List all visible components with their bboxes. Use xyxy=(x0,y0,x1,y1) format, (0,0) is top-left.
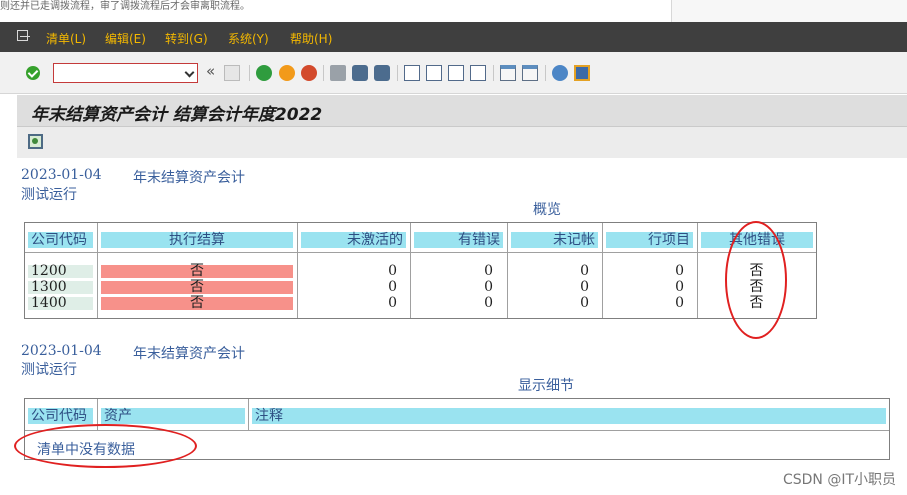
page-title-bar: 年末结算资产会计 结算会计年度2022 xyxy=(17,95,907,127)
help-icon[interactable] xyxy=(552,65,568,81)
window-corner xyxy=(672,0,907,22)
command-field[interactable] xyxy=(53,63,198,83)
company-code-cell: 1400 xyxy=(28,296,93,310)
menu-item-list[interactable]: 清单(L) xyxy=(46,30,86,47)
column-header-company-code: 公司代码 xyxy=(28,408,93,424)
errors-cell: 0 xyxy=(484,295,493,311)
back-icon[interactable] xyxy=(256,65,272,81)
find-next-icon[interactable] xyxy=(374,65,390,81)
grid-line xyxy=(602,223,603,318)
inactive-cell: 0 xyxy=(388,263,397,279)
company-code-cell: 1200 xyxy=(28,264,93,278)
execute-cell: 否 xyxy=(101,296,293,310)
grid-line xyxy=(297,223,298,318)
run-date: 2023-01-04 xyxy=(21,167,102,183)
company-code-cell: 1300 xyxy=(28,280,93,294)
line-items-cell: 0 xyxy=(675,279,684,295)
menu-bar: 清单(L) 编辑(E) 转到(G) 系统(Y) 帮助(H) xyxy=(0,22,907,52)
menu-item-edit[interactable]: 编辑(E) xyxy=(105,30,146,47)
toolbar-separator xyxy=(397,65,398,81)
run-mode: 测试运行 xyxy=(21,362,77,378)
line-items-cell: 0 xyxy=(675,263,684,279)
layout-icon[interactable] xyxy=(574,65,590,81)
column-header-errors: 有错误 xyxy=(414,232,503,248)
page-title: 年末结算资产会计 结算会计年度2022 xyxy=(31,105,323,125)
run-mode: 测试运行 xyxy=(21,187,77,203)
menu-icon[interactable] xyxy=(17,30,31,42)
execute-cell: 否 xyxy=(101,280,293,294)
notice-text: 则还并已走调拨流程，审了调拨流程后才会审离职流程。 xyxy=(0,1,250,12)
column-header-note: 注释 xyxy=(252,408,886,424)
shortcut-icon[interactable] xyxy=(522,65,538,81)
grid-line xyxy=(25,252,816,253)
column-header-unposted: 未记帐 xyxy=(511,232,598,248)
print-icon[interactable] xyxy=(330,65,346,81)
chevron-down-icon[interactable] xyxy=(184,67,195,78)
report-subtitle: 年末结算资产会计 xyxy=(133,346,245,362)
detail-icon[interactable] xyxy=(28,134,43,149)
application-toolbar xyxy=(17,127,907,158)
unposted-cell: 0 xyxy=(580,295,589,311)
column-header-execute: 执行结算 xyxy=(101,232,293,248)
toolbar-separator xyxy=(493,65,494,81)
grid-line xyxy=(248,399,249,430)
column-header-line-items: 行项目 xyxy=(606,232,693,248)
unposted-cell: 0 xyxy=(580,263,589,279)
column-header-inactive: 未激活的 xyxy=(301,232,406,248)
command-input[interactable] xyxy=(54,64,182,82)
previous-page-icon[interactable] xyxy=(426,65,442,81)
toolbar-separator xyxy=(323,65,324,81)
ok-icon[interactable] xyxy=(26,66,40,80)
watermark: CSDN @IT小职员 xyxy=(782,472,896,488)
last-page-icon[interactable] xyxy=(470,65,486,81)
grid-line xyxy=(97,223,98,318)
new-session-icon[interactable] xyxy=(500,65,516,81)
execute-cell: 否 xyxy=(101,264,293,278)
inactive-cell: 0 xyxy=(388,279,397,295)
find-icon[interactable] xyxy=(352,65,368,81)
menu-item-goto[interactable]: 转到(G) xyxy=(165,30,208,47)
menu-item-help[interactable]: 帮助(H) xyxy=(290,30,332,47)
column-header-asset: 资产 xyxy=(101,408,245,424)
first-page-icon[interactable] xyxy=(404,65,420,81)
annotation-ellipse xyxy=(725,221,787,339)
toolbar-separator xyxy=(545,65,546,81)
run-date: 2023-01-04 xyxy=(21,343,102,359)
collapse-toolbar-icon[interactable]: « xyxy=(206,62,215,80)
annotation-ellipse xyxy=(14,424,197,468)
unposted-cell: 0 xyxy=(580,279,589,295)
errors-cell: 0 xyxy=(484,279,493,295)
errors-cell: 0 xyxy=(484,263,493,279)
toolbar-separator xyxy=(249,65,250,81)
column-header-company-code: 公司代码 xyxy=(28,232,93,248)
cancel-icon[interactable] xyxy=(301,65,317,81)
exit-icon[interactable] xyxy=(279,65,295,81)
line-items-cell: 0 xyxy=(675,295,684,311)
inactive-cell: 0 xyxy=(388,295,397,311)
overview-caption: 概览 xyxy=(533,202,561,218)
report-subtitle: 年末结算资产会计 xyxy=(133,170,245,186)
next-page-icon[interactable] xyxy=(448,65,464,81)
menu-item-system[interactable]: 系统(Y) xyxy=(228,30,269,47)
notice-strip: 则还并已走调拨流程，审了调拨流程后才会审离职流程。 xyxy=(0,0,672,22)
save-icon[interactable] xyxy=(224,65,240,81)
grid-line xyxy=(410,223,411,318)
details-caption: 显示细节 xyxy=(518,378,574,394)
grid-line xyxy=(507,223,508,318)
grid-line xyxy=(697,223,698,318)
